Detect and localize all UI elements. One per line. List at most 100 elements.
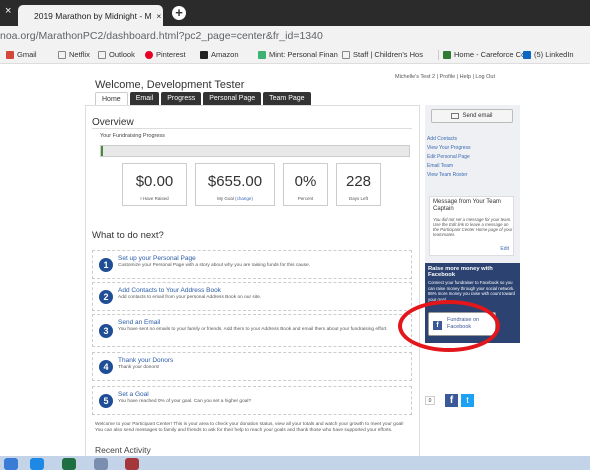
progress-bar <box>100 145 410 157</box>
facebook-panel-title: Raise more money with Facebook <box>428 266 493 278</box>
captain-message-body: You did not set a message for your team.… <box>433 217 513 238</box>
bookmark-careforce[interactable]: Home - Careforce Co <box>443 50 525 59</box>
step-description: You have sent no emails to your family o… <box>118 327 388 332</box>
facebook-share-icon[interactable]: f <box>445 394 458 407</box>
divider <box>92 128 412 129</box>
step-link[interactable]: Set a Goal <box>118 391 149 398</box>
page-icon <box>58 50 66 59</box>
captain-message-box: Message from Your Team Captain You did n… <box>429 196 514 256</box>
bookmark-linkedin[interactable]: (5) LinkedIn <box>523 50 574 59</box>
step-description: You have reached 0% of your goal. Can yo… <box>118 399 252 404</box>
account-links[interactable]: Michelle's Test 2 | Profile | Help | Log… <box>395 74 495 80</box>
stat-value: $655.00 <box>207 173 263 190</box>
next-steps-heading: What to do next? <box>92 230 164 241</box>
bookmark-staff[interactable]: Staff | Children's Hos <box>342 50 423 59</box>
share-count: 0 <box>425 396 435 405</box>
step-item: 4 Thank your Donors Thank your donors! <box>92 352 412 381</box>
step-description: Thank your donors! <box>118 365 160 370</box>
recent-activity-heading: Recent Activity <box>95 445 151 455</box>
tab-home[interactable]: Home <box>95 92 128 105</box>
stat-percent: 0% Percent <box>283 163 328 206</box>
welcome-message: Welcome to your Participant Center! This… <box>95 422 404 434</box>
stat-label: Days Left <box>348 196 368 201</box>
bookmarks-bar: Gmail Netflix Outlook Pinterest Amazon M… <box>0 46 590 64</box>
step-link[interactable]: Set up your Personal Page <box>118 255 196 262</box>
facebook-panel-desc: Connect your fundraiser to Facebook so y… <box>428 280 515 302</box>
stat-label: My Goal (change) <box>217 196 253 201</box>
bookmark-amazon[interactable]: Amazon <box>200 50 239 59</box>
step-description: Add contacts to email from your personal… <box>118 295 262 300</box>
internet-explorer-icon[interactable] <box>30 458 44 470</box>
access-icon[interactable] <box>125 458 139 470</box>
annotation-circle <box>398 300 500 352</box>
step-item: 5 Set a Goal You have reached 0% of your… <box>92 386 412 415</box>
browser-tab-bar: × 2019 Marathon by Midnight - M × + <box>0 0 590 26</box>
app-icon[interactable] <box>94 458 108 470</box>
step-link[interactable]: Add Contacts to Your Address Book <box>118 287 221 294</box>
address-bar[interactable]: noa.org/MarathonPC2/dashboard.html?pc2_p… <box>0 26 590 46</box>
page-title: Welcome, Development Tester <box>95 79 245 91</box>
step-number: 3 <box>99 324 113 338</box>
progress-bar-fill <box>101 146 103 156</box>
edit-message-link[interactable]: Edit <box>500 246 509 252</box>
stat-value: 228 <box>345 173 372 190</box>
browser-tab[interactable]: 2019 Marathon by Midnight - M × <box>18 5 163 26</box>
page-tabs: Home Email Progress Personal Page Team P… <box>95 92 311 105</box>
linkedin-icon <box>523 50 531 59</box>
step-number: 4 <box>99 360 113 374</box>
stat-goal: $655.00 My Goal (change) <box>195 163 275 206</box>
mint-icon <box>258 50 266 59</box>
sidebar-link-add-contacts[interactable]: Add Contacts <box>427 135 471 144</box>
step-number: 1 <box>99 258 113 272</box>
bookmark-netflix[interactable]: Netflix <box>58 50 90 59</box>
stat-value: 0% <box>294 173 317 190</box>
send-email-button[interactable]: Send email <box>431 109 513 123</box>
page-icon <box>98 50 106 59</box>
gmail-icon <box>6 50 14 59</box>
captain-message-title: Message from Your Team Captain <box>433 199 501 213</box>
step-number: 5 <box>99 394 113 408</box>
step-link[interactable]: Send an Email <box>118 319 160 326</box>
step-item: 3 Send an Email You have sent no emails … <box>92 314 412 347</box>
url-text[interactable]: noa.org/MarathonPC2/dashboard.html?pc2_p… <box>0 30 323 42</box>
change-goal-link[interactable]: (change) <box>235 196 253 201</box>
tab-personal-page[interactable]: Personal Page <box>203 92 262 105</box>
new-tab-button[interactable]: + <box>172 6 186 20</box>
stat-raised: $0.00 I Have Raised <box>122 163 187 206</box>
bookmark-outlook[interactable]: Outlook <box>98 50 135 59</box>
close-icon[interactable]: × <box>5 5 11 17</box>
page-icon <box>342 50 350 59</box>
twitter-share-icon[interactable]: t <box>461 394 474 407</box>
bookmark-pinterest[interactable]: Pinterest <box>145 50 186 59</box>
excel-icon[interactable] <box>62 458 76 470</box>
mail-icon <box>451 113 460 119</box>
bookmark-gmail[interactable]: Gmail <box>6 50 37 59</box>
taskbar <box>0 456 590 470</box>
stat-days-left: 228 Days Left <box>336 163 381 206</box>
tab-email[interactable]: Email <box>129 92 160 105</box>
pinterest-icon <box>145 50 153 59</box>
stat-label: Percent <box>297 196 314 201</box>
careforce-icon <box>443 50 451 59</box>
step-item: 1 Set up your Personal Page Customize yo… <box>92 250 412 279</box>
tab-progress[interactable]: Progress <box>161 92 202 105</box>
overview-heading: Overview <box>92 117 134 128</box>
bookmark-mint[interactable]: Mint: Personal Finan <box>258 50 338 59</box>
amazon-icon <box>200 50 208 59</box>
step-item: 2 Add Contacts to Your Address Book Add … <box>92 282 412 311</box>
sidebar-links: Add Contacts View Your Progress Edit Per… <box>427 135 471 180</box>
browser-tab-title: 2019 Marathon by Midnight - M × <box>34 10 162 21</box>
stat-value: $0.00 <box>135 173 174 190</box>
sidebar-link-email-team[interactable]: Email Team <box>427 162 471 171</box>
stat-label: I Have Raised <box>140 196 169 201</box>
sidebar-link-team-roster[interactable]: View Team Roster <box>427 171 471 180</box>
start-icon[interactable] <box>4 458 18 470</box>
step-description: Customize your Personal Page with a stor… <box>118 263 310 268</box>
progress-label: Your Fundraising Progress <box>100 133 165 139</box>
tab-team-page[interactable]: Team Page <box>263 92 311 105</box>
bookmark-divider <box>438 50 439 60</box>
step-number: 2 <box>99 290 113 304</box>
step-link[interactable]: Thank your Donors <box>118 357 173 364</box>
sidebar-link-edit-page[interactable]: Edit Personal Page <box>427 153 471 162</box>
sidebar-link-view-progress[interactable]: View Your Progress <box>427 144 471 153</box>
